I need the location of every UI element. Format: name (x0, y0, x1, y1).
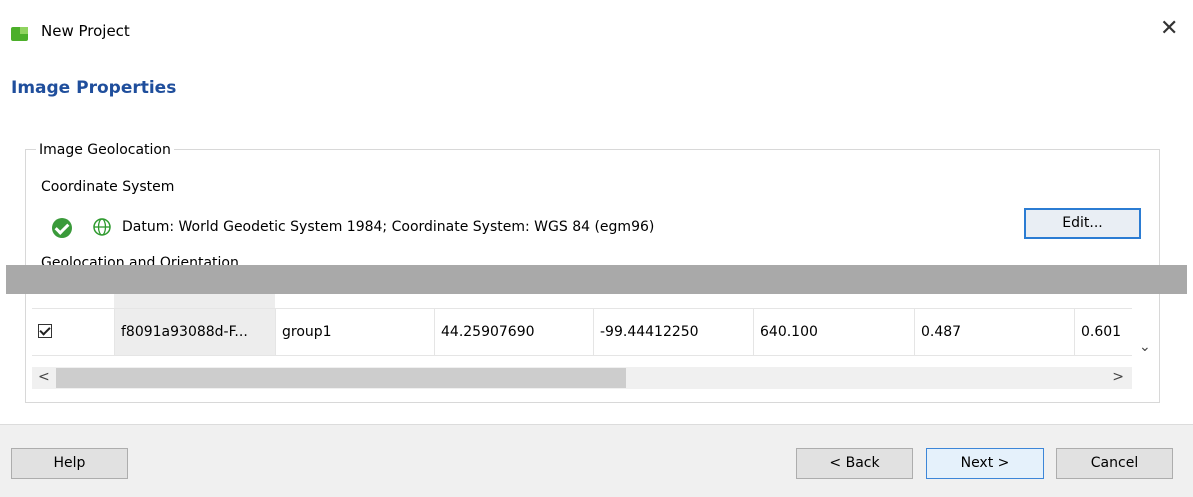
window-title: New Project (41, 22, 130, 40)
globe-icon (93, 218, 111, 236)
longitude-cell[interactable]: -99.44412250 (593, 309, 753, 355)
scroll-left-icon[interactable]: < (38, 369, 50, 385)
scrollbar-thumb[interactable] (56, 368, 626, 388)
cancel-button[interactable]: Cancel (1056, 448, 1173, 479)
help-button[interactable]: Help (11, 448, 128, 479)
geolocation-table[interactable]: f8091a93088d-F... group1 44.25907690 -99… (32, 294, 1132, 368)
scroll-right-icon[interactable]: > (1112, 369, 1124, 385)
name-column-strip (114, 294, 275, 308)
back-button[interactable]: < Back (796, 448, 913, 479)
app-icon (11, 27, 28, 41)
title-bar: New Project ✕ (0, 0, 1193, 60)
close-icon[interactable]: ✕ (1160, 16, 1178, 41)
latitude-cell[interactable]: 44.25907690 (434, 309, 593, 355)
group-cell[interactable]: group1 (275, 309, 434, 355)
page-title: Image Properties (11, 78, 177, 98)
image-name-cell[interactable]: f8091a93088d-F... (114, 309, 275, 355)
datum-text: Datum: World Geodetic System 1984; Coord… (122, 219, 655, 235)
altitude-cell[interactable]: 640.100 (753, 309, 914, 355)
row-checkbox[interactable] (38, 324, 52, 338)
accuracy-vertical-cell[interactable]: 0.601 (1074, 309, 1132, 355)
accuracy-horizontal-cell[interactable]: 0.487 (914, 309, 1074, 355)
check-circle-icon (52, 218, 72, 238)
table-row[interactable]: f8091a93088d-F... group1 44.25907690 -99… (32, 308, 1132, 356)
row-checkbox-cell[interactable] (32, 309, 114, 355)
horizontal-scrollbar[interactable]: < > (32, 367, 1132, 389)
overlay-bar (6, 265, 1187, 294)
edit-button[interactable]: Edit... (1024, 208, 1141, 239)
image-geolocation-legend: Image Geolocation (36, 142, 174, 158)
scroll-down-icon[interactable]: ⌄ (1139, 339, 1151, 355)
next-button[interactable]: Next > (926, 448, 1044, 479)
coordinate-system-label: Coordinate System (41, 179, 175, 195)
